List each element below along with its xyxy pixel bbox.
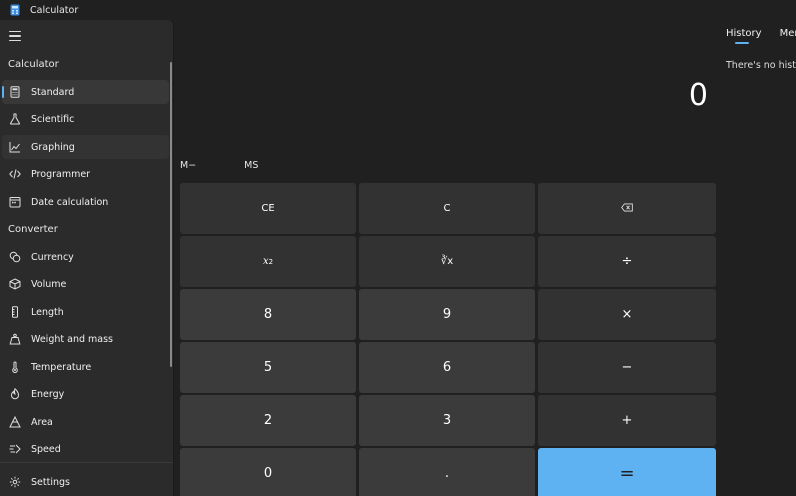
digit-0-button[interactable]: 0 bbox=[180, 448, 356, 496]
nav-item-speed[interactable]: Speed bbox=[2, 437, 169, 461]
nav-item-temperature[interactable]: Temperature bbox=[2, 355, 169, 379]
hamburger-menu-icon[interactable] bbox=[9, 31, 21, 41]
area-icon bbox=[9, 416, 21, 428]
nav-item-label: Scientific bbox=[31, 113, 75, 125]
multiply-button[interactable]: × bbox=[538, 289, 716, 340]
nav-item-standard[interactable]: Standard bbox=[2, 80, 169, 104]
digit-5-button[interactable]: 5 bbox=[180, 342, 356, 393]
backspace-icon bbox=[621, 202, 633, 215]
nav-item-date-calculation[interactable]: Date calculation bbox=[2, 190, 169, 214]
memory-subtract-button[interactable]: M− bbox=[174, 160, 202, 171]
nav-item-label: Currency bbox=[31, 251, 74, 263]
history-tabs: History Memory bbox=[726, 28, 796, 44]
calendar-icon bbox=[9, 196, 21, 208]
clear-button[interactable]: C bbox=[359, 183, 535, 234]
nav-item-label: Volume bbox=[31, 278, 67, 290]
nav-item-label: Weight and mass bbox=[31, 333, 113, 345]
weight-icon bbox=[9, 333, 21, 345]
cube-root-button[interactable]: ∛x bbox=[359, 236, 535, 287]
nav-item-label: Graphing bbox=[31, 141, 75, 153]
memory-store-button[interactable]: MS bbox=[238, 160, 264, 171]
speed-icon bbox=[9, 443, 21, 455]
backspace-button[interactable] bbox=[538, 183, 716, 234]
nav-item-energy[interactable]: Energy bbox=[2, 382, 169, 406]
nav-item-label: Date calculation bbox=[31, 196, 109, 208]
nav-item-scientific[interactable]: Scientific bbox=[2, 107, 169, 131]
decimal-button[interactable]: . bbox=[359, 448, 535, 496]
calculator-app-icon bbox=[10, 4, 20, 16]
nav-item-currency[interactable]: Currency bbox=[2, 245, 169, 269]
nav-item-label: Speed bbox=[31, 443, 61, 455]
flame-icon bbox=[9, 388, 21, 400]
code-icon bbox=[9, 168, 21, 180]
subtract-button[interactable]: − bbox=[538, 342, 716, 393]
divide-button[interactable]: ÷ bbox=[538, 236, 716, 287]
nav-item-label: Energy bbox=[31, 388, 65, 400]
nav-item-weight-and-mass[interactable]: Weight and mass bbox=[2, 327, 169, 351]
flask-icon bbox=[9, 113, 21, 125]
nav-item-area[interactable]: Area bbox=[2, 410, 169, 434]
window-title: Calculator bbox=[30, 4, 79, 16]
calculator-icon bbox=[9, 86, 21, 98]
nav-item-label: Temperature bbox=[31, 361, 92, 373]
history-panel: History Memory There's no history yet bbox=[716, 20, 796, 496]
square-exponent: 2 bbox=[268, 257, 274, 266]
nav-item-label: Area bbox=[31, 416, 53, 428]
selection-indicator bbox=[2, 86, 4, 98]
currency-icon bbox=[9, 251, 21, 263]
keypad: CE C x2 ∛x ÷ 8 9 × 5 6 − 2 3 + 0 . = bbox=[180, 183, 716, 496]
settings-divider bbox=[0, 462, 173, 463]
nav-item-label: Length bbox=[31, 306, 64, 318]
digit-3-button[interactable]: 3 bbox=[359, 395, 535, 446]
nav-item-label: Standard bbox=[31, 86, 75, 98]
drawer-scrollbar[interactable] bbox=[170, 62, 172, 367]
history-empty-message: There's no history yet bbox=[726, 60, 796, 71]
nav-item-settings[interactable]: Settings bbox=[2, 470, 169, 494]
title-bar: Calculator bbox=[0, 0, 796, 20]
section-title-calculator: Calculator bbox=[8, 59, 59, 70]
add-button[interactable]: + bbox=[538, 395, 716, 446]
ruler-icon bbox=[9, 306, 21, 318]
nav-item-label: Programmer bbox=[31, 168, 91, 180]
nav-item-graphing[interactable]: Graphing bbox=[2, 135, 169, 159]
section-title-converter: Converter bbox=[8, 224, 58, 235]
square-button[interactable]: x2 bbox=[180, 236, 356, 287]
gear-icon bbox=[9, 476, 21, 488]
thermometer-icon bbox=[9, 361, 21, 373]
digit-9-button[interactable]: 9 bbox=[359, 289, 535, 340]
digit-2-button[interactable]: 2 bbox=[180, 395, 356, 446]
graph-icon bbox=[9, 141, 21, 153]
digit-8-button[interactable]: 8 bbox=[180, 289, 356, 340]
tab-memory[interactable]: Memory bbox=[780, 28, 796, 44]
result-display: 0 bbox=[688, 78, 708, 113]
digit-6-button[interactable]: 6 bbox=[359, 342, 535, 393]
cube-icon bbox=[9, 278, 21, 290]
nav-item-programmer[interactable]: Programmer bbox=[2, 162, 169, 186]
memory-row: M− MS bbox=[174, 156, 300, 174]
equals-button[interactable]: = bbox=[538, 448, 716, 496]
tab-history[interactable]: History bbox=[726, 28, 762, 44]
nav-item-volume[interactable]: Volume bbox=[2, 272, 169, 296]
clear-entry-button[interactable]: CE bbox=[180, 183, 356, 234]
navigation-drawer: Calculator Standard Scientific Graphing … bbox=[0, 20, 174, 496]
nav-item-length[interactable]: Length bbox=[2, 300, 169, 324]
nav-item-label: Settings bbox=[31, 476, 70, 488]
